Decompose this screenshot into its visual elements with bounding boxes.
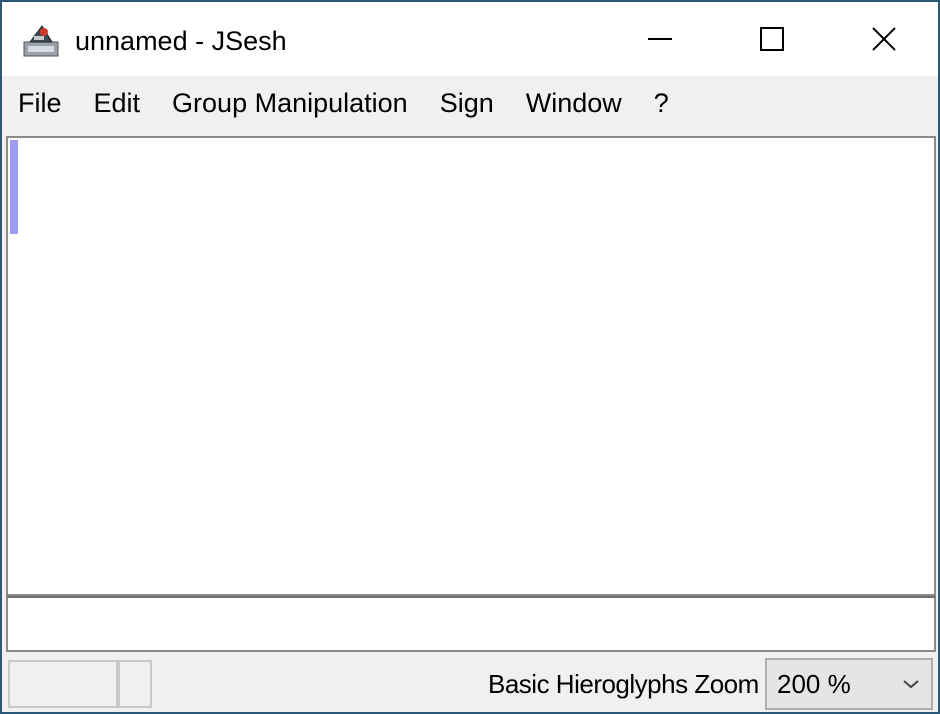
menu-group-manipulation[interactable]: Group Manipulation (156, 86, 424, 120)
minimize-icon (648, 38, 672, 40)
minimize-button[interactable] (604, 2, 716, 76)
status-panel-small (118, 660, 152, 708)
menu-bar: File Edit Group Manipulation Sign Window… (2, 78, 938, 128)
menu-file[interactable]: File (2, 86, 78, 120)
window-title: unnamed - JSesh (75, 26, 287, 56)
mdc-input-field[interactable] (6, 596, 936, 652)
chevron-down-icon[interactable] (891, 660, 931, 708)
jsesh-app-icon[interactable] (22, 22, 62, 60)
menu-window[interactable]: Window (510, 86, 638, 120)
status-panel-left (8, 660, 118, 708)
menu-sign[interactable]: Sign (424, 86, 510, 120)
title-bar: unnamed - JSesh (2, 2, 938, 76)
status-font-zoom-label: Basic Hieroglyphs Zoom (488, 669, 759, 699)
zoom-selected-value: 200 % (777, 669, 851, 699)
jsesh-window: unnamed - JSesh File Edit Group Manipula… (0, 0, 940, 714)
status-bar: Basic Hieroglyphs Zoom 200 % (2, 654, 938, 712)
hieroglyph-editor-area[interactable] (6, 136, 936, 596)
maximize-icon (760, 27, 784, 51)
menu-help[interactable]: ? (638, 86, 685, 120)
maximize-button[interactable] (716, 2, 828, 76)
menu-edit[interactable]: Edit (78, 86, 157, 120)
close-button[interactable] (828, 2, 940, 76)
close-icon (872, 27, 896, 51)
text-caret (10, 140, 18, 234)
zoom-select[interactable]: 200 % (765, 658, 933, 710)
